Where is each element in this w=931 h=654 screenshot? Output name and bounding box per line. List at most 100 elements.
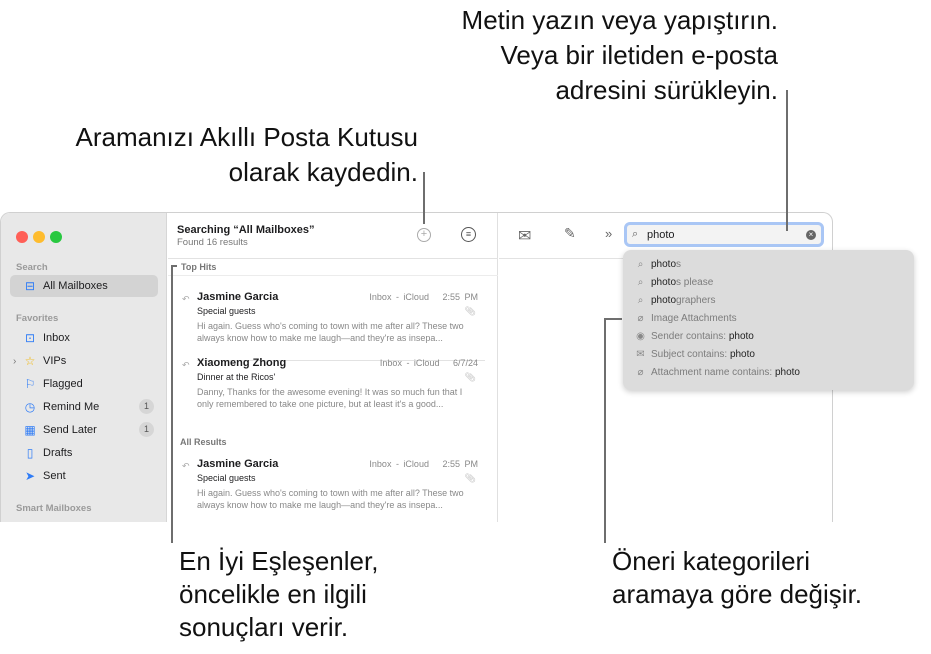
subject: Special guests [197,473,256,483]
save-smart-mailbox-button[interactable]: + [417,228,431,242]
suggestion-label: Attachment name contains: [651,367,775,378]
mailbox: Inbox - iCloud [369,459,429,469]
callout-line: Metin yazın veya yapıştırın. [461,5,778,35]
callout-line: sonuçları verir. [179,612,349,642]
suggestions-dropdown: ⌕ photos ⌕ photos please ⌕ photographers ⌀ I… [623,250,914,390]
clear-search-icon[interactable]: × [806,230,816,240]
close-button[interactable] [16,231,28,243]
divider [168,275,498,276]
search-term: photo [729,349,755,360]
all-mailboxes-icon: ⊟ [24,279,36,293]
callout-line: Öneri kategorileri [612,546,810,576]
match-text: photo [651,277,677,288]
subject: Special guests [197,306,256,316]
sidebar-item-label: Send Later [43,424,97,436]
callout-search-field: Metin yazın veya yapıştırın. Veya bir il… [462,3,778,108]
message-list: Searching “All Mailboxes” Found 16 resul… [168,213,498,522]
top-hits-header: Top Hits [181,262,217,272]
mailbox: Inbox - iCloud [379,358,440,368]
callout-suggestions: Öneri kategorileri aramaya göre değişir. [612,545,862,611]
list-title: Searching “All Mailboxes” [177,224,315,236]
callout-save-search: Aramanızı Akıllı Posta Kutusu olarak kay… [76,120,419,190]
paperclip-icon: ⌀ [637,313,644,324]
suggestion-item[interactable]: ⌕ photographers [635,295,716,306]
suggestion-item[interactable]: ◉ Sender contains: photo [635,331,754,342]
callout-leader-line [423,172,425,224]
star-icon: ☆ [24,354,36,368]
callout-leader-line [604,318,622,320]
suggestion-label: Sender contains: [651,331,729,342]
more-toolbar-icon[interactable]: » [605,226,612,241]
time: 2:55 PM [442,459,478,469]
sidebar-item-remind-me[interactable]: ◷ Remind Me 1 [10,396,158,418]
list-item[interactable]: ↶ Xiaomeng Zhong Inbox - iCloud 6/7/24 D… [168,357,498,427]
search-icon: ⌕ [637,277,644,288]
sidebar-item-label: Sent [43,470,66,482]
mailbox: Inbox - iCloud [369,292,429,302]
callout-leader-line [786,90,788,231]
document-icon: ▯ [26,446,34,460]
suggestion-item[interactable]: ⌕ photos [635,259,681,270]
sidebar-item-label: Drafts [43,447,73,459]
sidebar-item-inbox[interactable]: ⊡ Inbox [10,327,158,349]
sender: Xiaomeng Zhong [197,357,287,369]
callout-leader-line [171,265,173,543]
paperclip-icon: 📎︎ [464,306,476,316]
sidebar-item-label: Remind Me [43,401,100,413]
callout-line: adresini sürükleyin. [555,75,778,105]
sidebar: Search ⊟ All Mailboxes Favorites ⊡ Inbox ›… [1,213,167,522]
sidebar-item-vips[interactable]: › ☆ VIPs [10,350,158,372]
sidebar-item-label: All Mailboxes [43,280,108,292]
preview: Hi again. Guess who's coming to town wit… [197,488,464,510]
sidebar-item-drafts[interactable]: ▯ Drafts [10,442,158,464]
suggestion-item[interactable]: ⌀ Attachment name contains: photo [635,367,800,378]
divider [168,258,498,259]
preview: Hi again. Guess who's coming to town wit… [197,321,464,343]
match-text: photo [651,259,677,270]
list-item[interactable]: ↶ Jasmine Garcia Inbox - iCloud 2:55 PM … [168,291,498,361]
search-field[interactable]: ⌕ photo × [624,222,824,247]
section-smart-mailboxes: Smart Mailboxes [16,503,92,514]
sidebar-item-send-later[interactable]: ▦ Send Later 1 [10,419,158,441]
message-meta: Inbox - iCloud 6/7/24 [380,358,478,368]
person-icon: ◉ [636,331,645,342]
paperclip-icon: 📎︎ [464,473,476,483]
sidebar-item-all-mailboxes[interactable]: ⊟ All Mailboxes [10,275,158,297]
new-message-icon[interactable]: ✉ [518,226,531,246]
minimize-button[interactable] [33,231,45,243]
callout-line: olarak kaydedin. [228,157,418,187]
all-results-header: All Results [180,437,227,447]
completion-text: graphers [676,295,716,306]
search-icon: ⌕ [637,295,644,306]
callout-line: Veya bir iletiden e-posta [500,40,778,70]
suggestion-item[interactable]: ⌕ photos please [635,277,714,288]
search-input[interactable]: photo [647,229,675,241]
replied-icon: ↶ [182,360,190,370]
completion-text: s [676,259,682,270]
clock-icon: ◷ [24,400,36,414]
message-meta: Inbox - iCloud 2:55 PM [369,459,478,469]
suggestion-label: Image Attachments [651,313,737,324]
inbox-icon: ⊡ [24,331,36,345]
replied-icon: ↶ [182,294,190,304]
compose-icon[interactable]: ✎ [564,225,576,242]
callout-line: Aramanızı Akıllı Posta Kutusu [75,122,419,152]
sidebar-item-flagged[interactable]: ⚐ Flagged [10,373,158,395]
filter-button[interactable]: ≡ [461,227,476,242]
zoom-button[interactable] [50,231,62,243]
search-icon: ⌕ [637,259,644,270]
suggestion-item[interactable]: ✉ Subject contains: photo [635,349,755,360]
results-count: Found 16 results [177,237,248,248]
paperclip-icon: 📎︎ [464,372,476,382]
callout-line: öncelikle en ilgili [179,579,367,609]
callout-leader-line [604,318,606,543]
suggestion-item[interactable]: ⌀ Image Attachments [635,313,737,324]
chevron-right-icon[interactable]: › [13,356,16,367]
sidebar-item-sent[interactable]: ➤ Sent [10,465,158,487]
list-item[interactable]: ↶ Jasmine Garcia Inbox - iCloud 2:55 PM … [168,458,498,522]
envelope-icon: ✉ [636,349,645,360]
callout-top-hits: En İyi Eşleşenler, öncelikle en ilgili s… [179,545,378,644]
callout-line: aramaya göre değişir. [612,579,863,609]
count-badge: 1 [139,399,154,414]
subject: Dinner at the Ricos' [197,372,276,382]
